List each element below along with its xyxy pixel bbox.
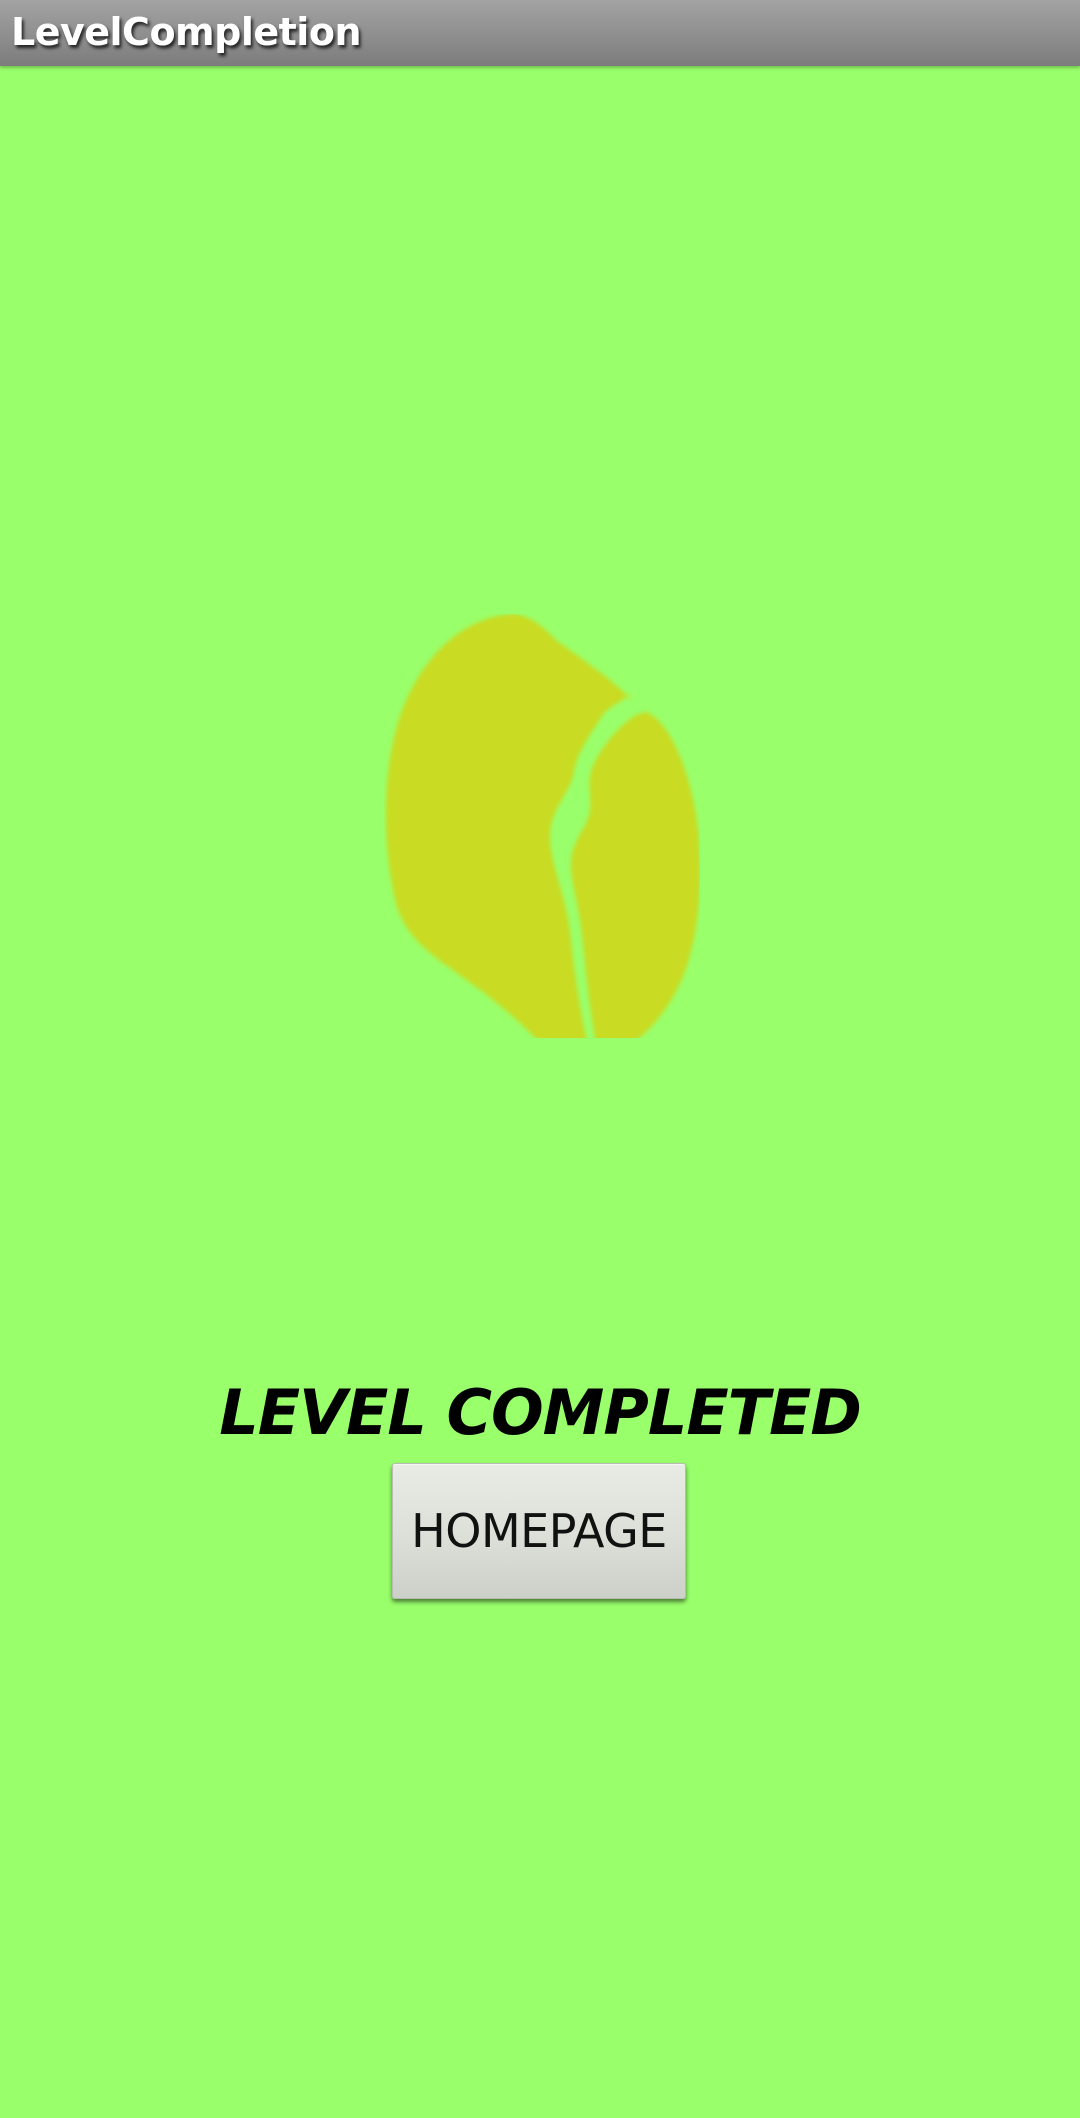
homepage-button-label: HOMEPAGE — [411, 1504, 667, 1558]
title-bar: LevelCompletion — [0, 0, 1080, 66]
app-title: LevelCompletion — [11, 10, 362, 54]
main-content: LEVEL COMPLETED HOMEPAGE — [0, 66, 1080, 2118]
level-completed-message: LEVEL COMPLETED — [219, 1376, 862, 1449]
homepage-button[interactable]: HOMEPAGE — [392, 1463, 686, 1599]
seed-icon — [384, 614, 700, 1040]
